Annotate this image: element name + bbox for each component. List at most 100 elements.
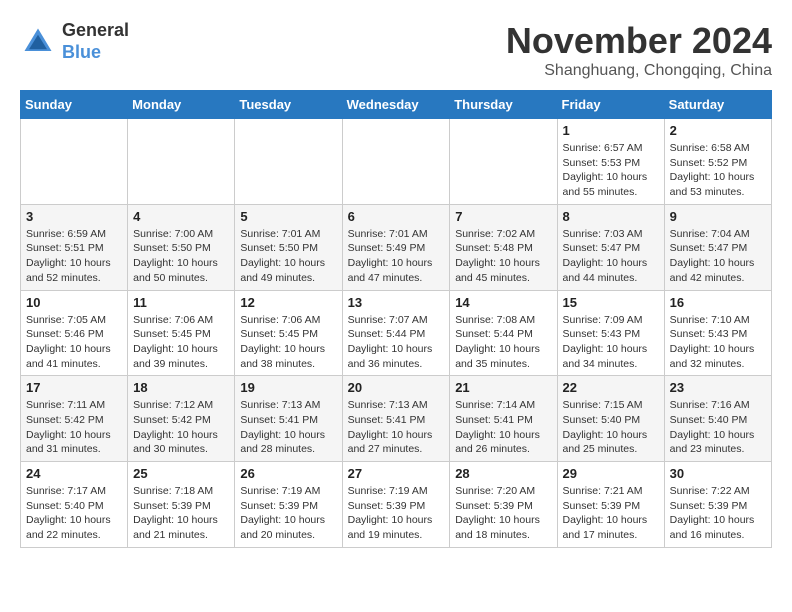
logo-icon — [20, 24, 56, 60]
day-info: Sunrise: 6:59 AM Sunset: 5:51 PM Dayligh… — [26, 227, 122, 286]
day-info: Sunrise: 7:01 AM Sunset: 5:50 PM Dayligh… — [240, 227, 336, 286]
day-cell — [21, 119, 128, 205]
location: Shanghuang, Chongqing, China — [506, 62, 772, 80]
week-row-5: 24Sunrise: 7:17 AM Sunset: 5:40 PM Dayli… — [21, 462, 772, 548]
day-info: Sunrise: 7:02 AM Sunset: 5:48 PM Dayligh… — [455, 227, 551, 286]
day-cell: 3 Sunrise: 6:59 AM Sunset: 5:51 PM Daylig… — [21, 204, 128, 290]
day-info: Sunrise: 7:17 AM Sunset: 5:40 PM Dayligh… — [26, 484, 122, 543]
day-number: 9 — [670, 209, 766, 224]
day-number: 2 — [670, 123, 766, 138]
day-cell: 2Sunrise: 6:58 AM Sunset: 5:52 PM Daylig… — [664, 119, 771, 205]
day-info: Sunrise: 7:22 AM Sunset: 5:39 PM Dayligh… — [670, 484, 766, 543]
month-title: November 2024 — [506, 20, 772, 62]
week-row-2: 3 Sunrise: 6:59 AM Sunset: 5:51 PM Daylig… — [21, 204, 772, 290]
day-cell — [235, 119, 342, 205]
day-cell: 21 Sunrise: 7:14 AM Sunset: 5:41 PM Dayli… — [450, 376, 557, 462]
day-cell: 12Sunrise: 7:06 AM Sunset: 5:45 PM Dayli… — [235, 290, 342, 376]
day-info: Sunrise: 7:18 AM Sunset: 5:39 PM Dayligh… — [133, 484, 229, 543]
day-number: 13 — [348, 295, 445, 310]
day-cell: 29Sunrise: 7:21 AM Sunset: 5:39 PM Dayli… — [557, 462, 664, 548]
day-number: 28 — [455, 466, 551, 481]
logo-general: General — [62, 20, 129, 40]
day-cell: 28 Sunrise: 7:20 AM Sunset: 5:39 PM Dayli… — [450, 462, 557, 548]
day-number: 18 — [133, 380, 229, 395]
day-number: 1 — [563, 123, 659, 138]
day-number: 14 — [455, 295, 551, 310]
day-number: 21 — [455, 380, 551, 395]
day-number: 26 — [240, 466, 336, 481]
day-cell: 10 Sunrise: 7:05 AM Sunset: 5:46 PM Dayli… — [21, 290, 128, 376]
day-number: 10 — [26, 295, 122, 310]
day-info: Sunrise: 7:20 AM Sunset: 5:39 PM Dayligh… — [455, 484, 551, 543]
day-cell: 11Sunrise: 7:06 AM Sunset: 5:45 PM Dayli… — [128, 290, 235, 376]
day-cell: 6Sunrise: 7:01 AM Sunset: 5:49 PM Daylig… — [342, 204, 450, 290]
day-cell: 8Sunrise: 7:03 AM Sunset: 5:47 PM Daylig… — [557, 204, 664, 290]
week-row-3: 10 Sunrise: 7:05 AM Sunset: 5:46 PM Dayli… — [21, 290, 772, 376]
day-number: 20 — [348, 380, 445, 395]
day-number: 23 — [670, 380, 766, 395]
day-info: Sunrise: 7:16 AM Sunset: 5:40 PM Dayligh… — [670, 398, 766, 457]
day-cell: 14Sunrise: 7:08 AM Sunset: 5:44 PM Dayli… — [450, 290, 557, 376]
day-number: 5 — [240, 209, 336, 224]
day-info: Sunrise: 7:03 AM Sunset: 5:47 PM Dayligh… — [563, 227, 659, 286]
logo-blue: Blue — [62, 42, 101, 62]
day-cell: 24Sunrise: 7:17 AM Sunset: 5:40 PM Dayli… — [21, 462, 128, 548]
day-info: Sunrise: 7:11 AM Sunset: 5:42 PM Dayligh… — [26, 398, 122, 457]
day-cell: 27Sunrise: 7:19 AM Sunset: 5:39 PM Dayli… — [342, 462, 450, 548]
day-info: Sunrise: 7:09 AM Sunset: 5:43 PM Dayligh… — [563, 313, 659, 372]
weekday-header-tuesday: Tuesday — [235, 91, 342, 119]
day-number: 17 — [26, 380, 122, 395]
day-number: 12 — [240, 295, 336, 310]
weekday-header-friday: Friday — [557, 91, 664, 119]
day-number: 25 — [133, 466, 229, 481]
day-number: 19 — [240, 380, 336, 395]
day-number: 29 — [563, 466, 659, 481]
day-cell: 17 Sunrise: 7:11 AM Sunset: 5:42 PM Dayli… — [21, 376, 128, 462]
day-number: 4 — [133, 209, 229, 224]
title-section: November 2024 Shanghuang, Chongqing, Chi… — [506, 20, 772, 80]
day-info: Sunrise: 7:19 AM Sunset: 5:39 PM Dayligh… — [240, 484, 336, 543]
day-cell — [450, 119, 557, 205]
day-cell: 18 Sunrise: 7:12 AM Sunset: 5:42 PM Dayli… — [128, 376, 235, 462]
day-info: Sunrise: 7:05 AM Sunset: 5:46 PM Dayligh… — [26, 313, 122, 372]
calendar: SundayMondayTuesdayWednesdayThursdayFrid… — [20, 90, 772, 548]
day-cell: 16 Sunrise: 7:10 AM Sunset: 5:43 PM Dayli… — [664, 290, 771, 376]
day-cell — [128, 119, 235, 205]
day-info: Sunrise: 6:57 AM Sunset: 5:53 PM Dayligh… — [563, 141, 659, 200]
header: General Blue November 2024 Shanghuang, C… — [20, 20, 772, 80]
day-cell: 13 Sunrise: 7:07 AM Sunset: 5:44 PM Dayli… — [342, 290, 450, 376]
day-cell: 26 Sunrise: 7:19 AM Sunset: 5:39 PM Dayli… — [235, 462, 342, 548]
day-number: 30 — [670, 466, 766, 481]
day-cell: 1 Sunrise: 6:57 AM Sunset: 5:53 PM Daylig… — [557, 119, 664, 205]
day-cell: 19 Sunrise: 7:13 AM Sunset: 5:41 PM Dayli… — [235, 376, 342, 462]
day-cell: 20Sunrise: 7:13 AM Sunset: 5:41 PM Dayli… — [342, 376, 450, 462]
weekday-header-row: SundayMondayTuesdayWednesdayThursdayFrid… — [21, 91, 772, 119]
logo: General Blue — [20, 20, 129, 63]
weekday-header-wednesday: Wednesday — [342, 91, 450, 119]
weekday-header-thursday: Thursday — [450, 91, 557, 119]
day-cell: 25 Sunrise: 7:18 AM Sunset: 5:39 PM Dayli… — [128, 462, 235, 548]
day-info: Sunrise: 7:10 AM Sunset: 5:43 PM Dayligh… — [670, 313, 766, 372]
day-info: Sunrise: 7:13 AM Sunset: 5:41 PM Dayligh… — [240, 398, 336, 457]
day-info: Sunrise: 7:15 AM Sunset: 5:40 PM Dayligh… — [563, 398, 659, 457]
day-cell: 4Sunrise: 7:00 AM Sunset: 5:50 PM Daylig… — [128, 204, 235, 290]
day-info: Sunrise: 7:04 AM Sunset: 5:47 PM Dayligh… — [670, 227, 766, 286]
day-cell: 23 Sunrise: 7:16 AM Sunset: 5:40 PM Dayli… — [664, 376, 771, 462]
weekday-header-sunday: Sunday — [21, 91, 128, 119]
day-number: 7 — [455, 209, 551, 224]
day-cell — [342, 119, 450, 205]
day-number: 11 — [133, 295, 229, 310]
day-info: Sunrise: 7:14 AM Sunset: 5:41 PM Dayligh… — [455, 398, 551, 457]
day-number: 15 — [563, 295, 659, 310]
day-info: Sunrise: 7:07 AM Sunset: 5:44 PM Dayligh… — [348, 313, 445, 372]
day-number: 27 — [348, 466, 445, 481]
day-number: 3 — [26, 209, 122, 224]
day-cell: 22 Sunrise: 7:15 AM Sunset: 5:40 PM Dayli… — [557, 376, 664, 462]
day-number: 16 — [670, 295, 766, 310]
day-cell: 30 Sunrise: 7:22 AM Sunset: 5:39 PM Dayli… — [664, 462, 771, 548]
day-number: 6 — [348, 209, 445, 224]
day-number: 22 — [563, 380, 659, 395]
day-cell: 15 Sunrise: 7:09 AM Sunset: 5:43 PM Dayli… — [557, 290, 664, 376]
logo-text: General Blue — [62, 20, 129, 63]
day-info: Sunrise: 7:12 AM Sunset: 5:42 PM Dayligh… — [133, 398, 229, 457]
